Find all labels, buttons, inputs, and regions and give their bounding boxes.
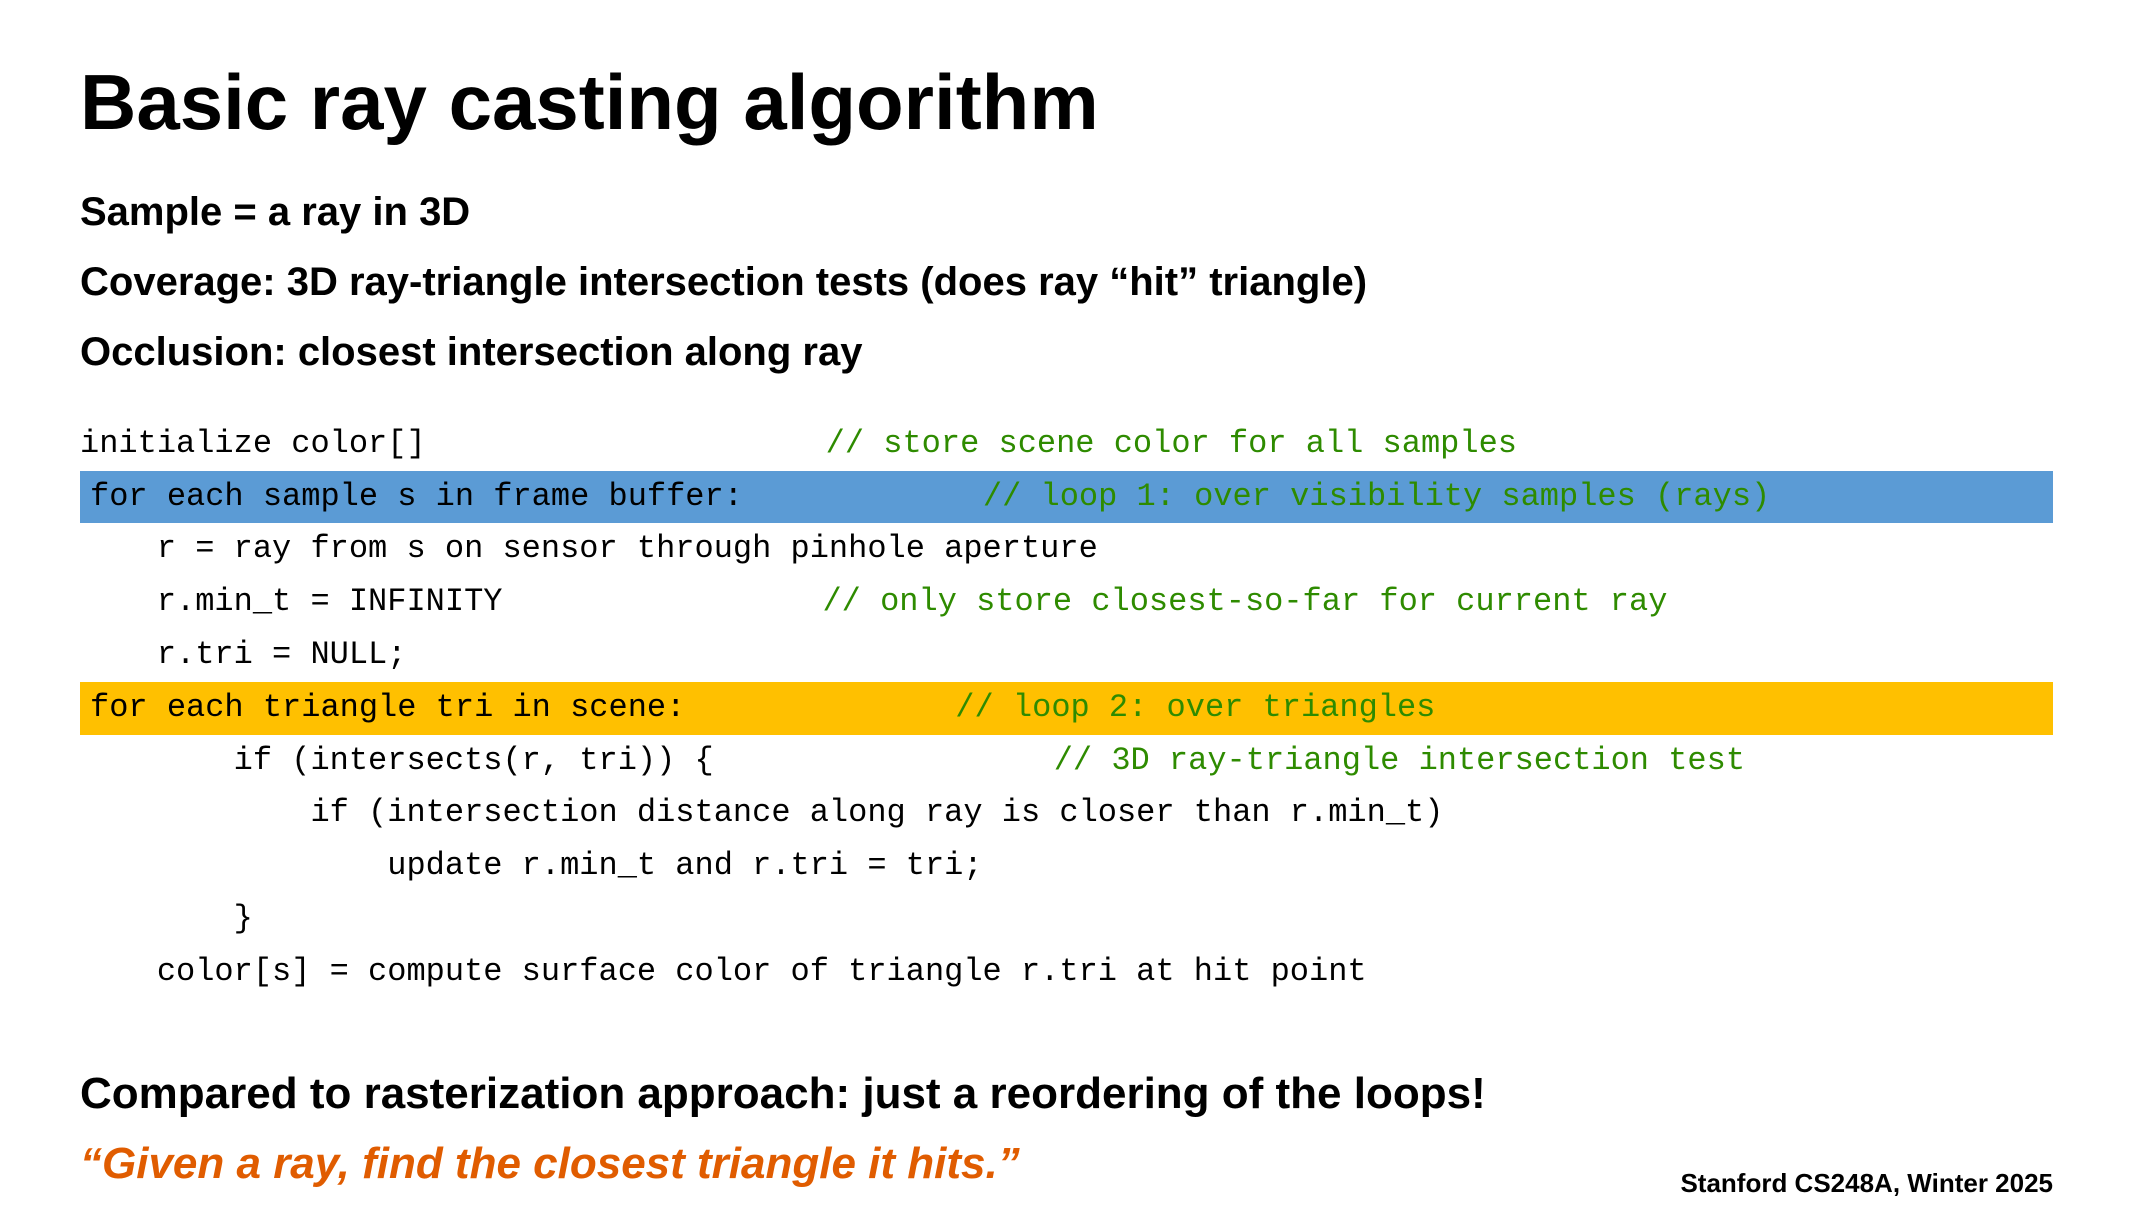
code-block: initialize color[] // store scene color …	[80, 418, 2053, 999]
code-line-2: for each sample s in frame buffer: // lo…	[80, 471, 2053, 524]
code-line-1: initialize color[] // store scene color …	[80, 418, 2053, 471]
code-line-4: r.min_t = INFINITY // only store closest…	[80, 576, 2053, 629]
code-line-6: for each triangle tri in scene: // loop …	[80, 682, 2053, 735]
code-line-5: r.tri = NULL;	[80, 629, 2053, 682]
code-line-10: }	[80, 893, 2053, 946]
code-line-8: if (intersection distance along ray is c…	[80, 787, 2053, 840]
code-line-7: if (intersects(r, tri)) { // 3D ray-tria…	[80, 735, 2053, 788]
subtitle-coverage: Coverage: 3D ray-triangle intersection t…	[80, 256, 2053, 308]
comparison-text: Compared to rasterization approach: just…	[80, 1069, 2053, 1119]
subtitle-sample: Sample = a ray in 3D	[80, 186, 2053, 238]
code-line-9: update r.min_t and r.tri = tri;	[80, 840, 2053, 893]
footer: Stanford CS248A, Winter 2025	[1680, 1168, 2053, 1199]
code-line-3: r = ray from s on sensor through pinhole…	[80, 523, 2053, 576]
page-title: Basic ray casting algorithm	[80, 60, 2053, 146]
code-line-11: color[s] = compute surface color of tria…	[80, 946, 2053, 999]
subtitle-occlusion: Occlusion: closest intersection along ra…	[80, 326, 2053, 378]
